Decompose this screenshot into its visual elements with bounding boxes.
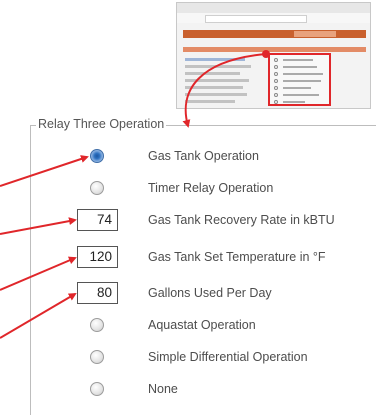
set-temperature-input[interactable]: 120 xyxy=(77,246,118,268)
option-recovery-rate: 74 Gas Tank Recovery Rate in kBTU xyxy=(0,206,376,234)
timer-relay-operation-radio[interactable] xyxy=(90,181,104,195)
simple-differential-radio[interactable] xyxy=(90,350,104,364)
recovery-rate-input[interactable]: 74 xyxy=(77,209,118,231)
left-settings-column xyxy=(185,58,255,107)
aquastat-operation-radio[interactable] xyxy=(90,318,104,332)
option-gas-tank-operation[interactable]: Gas Tank Operation xyxy=(0,142,376,170)
gallons-per-day-input[interactable]: 80 xyxy=(77,282,118,304)
timer-relay-operation-label: Timer Relay Operation xyxy=(148,181,274,195)
gas-tank-operation-radio[interactable] xyxy=(90,149,104,163)
aquastat-operation-label: Aquastat Operation xyxy=(148,318,256,332)
set-temperature-label: Gas Tank Set Temperature in °F xyxy=(148,250,326,264)
simple-differential-label: Simple Differential Operation xyxy=(148,350,308,364)
option-simple-differential[interactable]: Simple Differential Operation xyxy=(0,343,376,371)
address-bar xyxy=(205,15,307,23)
option-gallons-per-day: 80 Gallons Used Per Day xyxy=(0,279,376,307)
option-aquastat-operation[interactable]: Aquastat Operation xyxy=(0,311,376,339)
highlighted-relay-panel xyxy=(268,53,331,106)
inset-screenshot xyxy=(176,2,371,109)
option-set-temperature: 120 Gas Tank Set Temperature in °F xyxy=(0,243,376,271)
option-timer-relay-operation[interactable]: Timer Relay Operation xyxy=(0,174,376,202)
gas-tank-operation-label: Gas Tank Operation xyxy=(148,149,259,163)
fieldset-legend: Relay Three Operation xyxy=(36,116,167,132)
none-label: None xyxy=(148,382,178,396)
option-none[interactable]: None xyxy=(0,375,376,403)
none-radio[interactable] xyxy=(90,382,104,396)
section-header-bar xyxy=(183,47,366,52)
recovery-rate-label: Gas Tank Recovery Rate in kBTU xyxy=(148,213,335,227)
gallons-per-day-label: Gallons Used Per Day xyxy=(148,286,272,300)
page-header-bar xyxy=(183,30,366,38)
